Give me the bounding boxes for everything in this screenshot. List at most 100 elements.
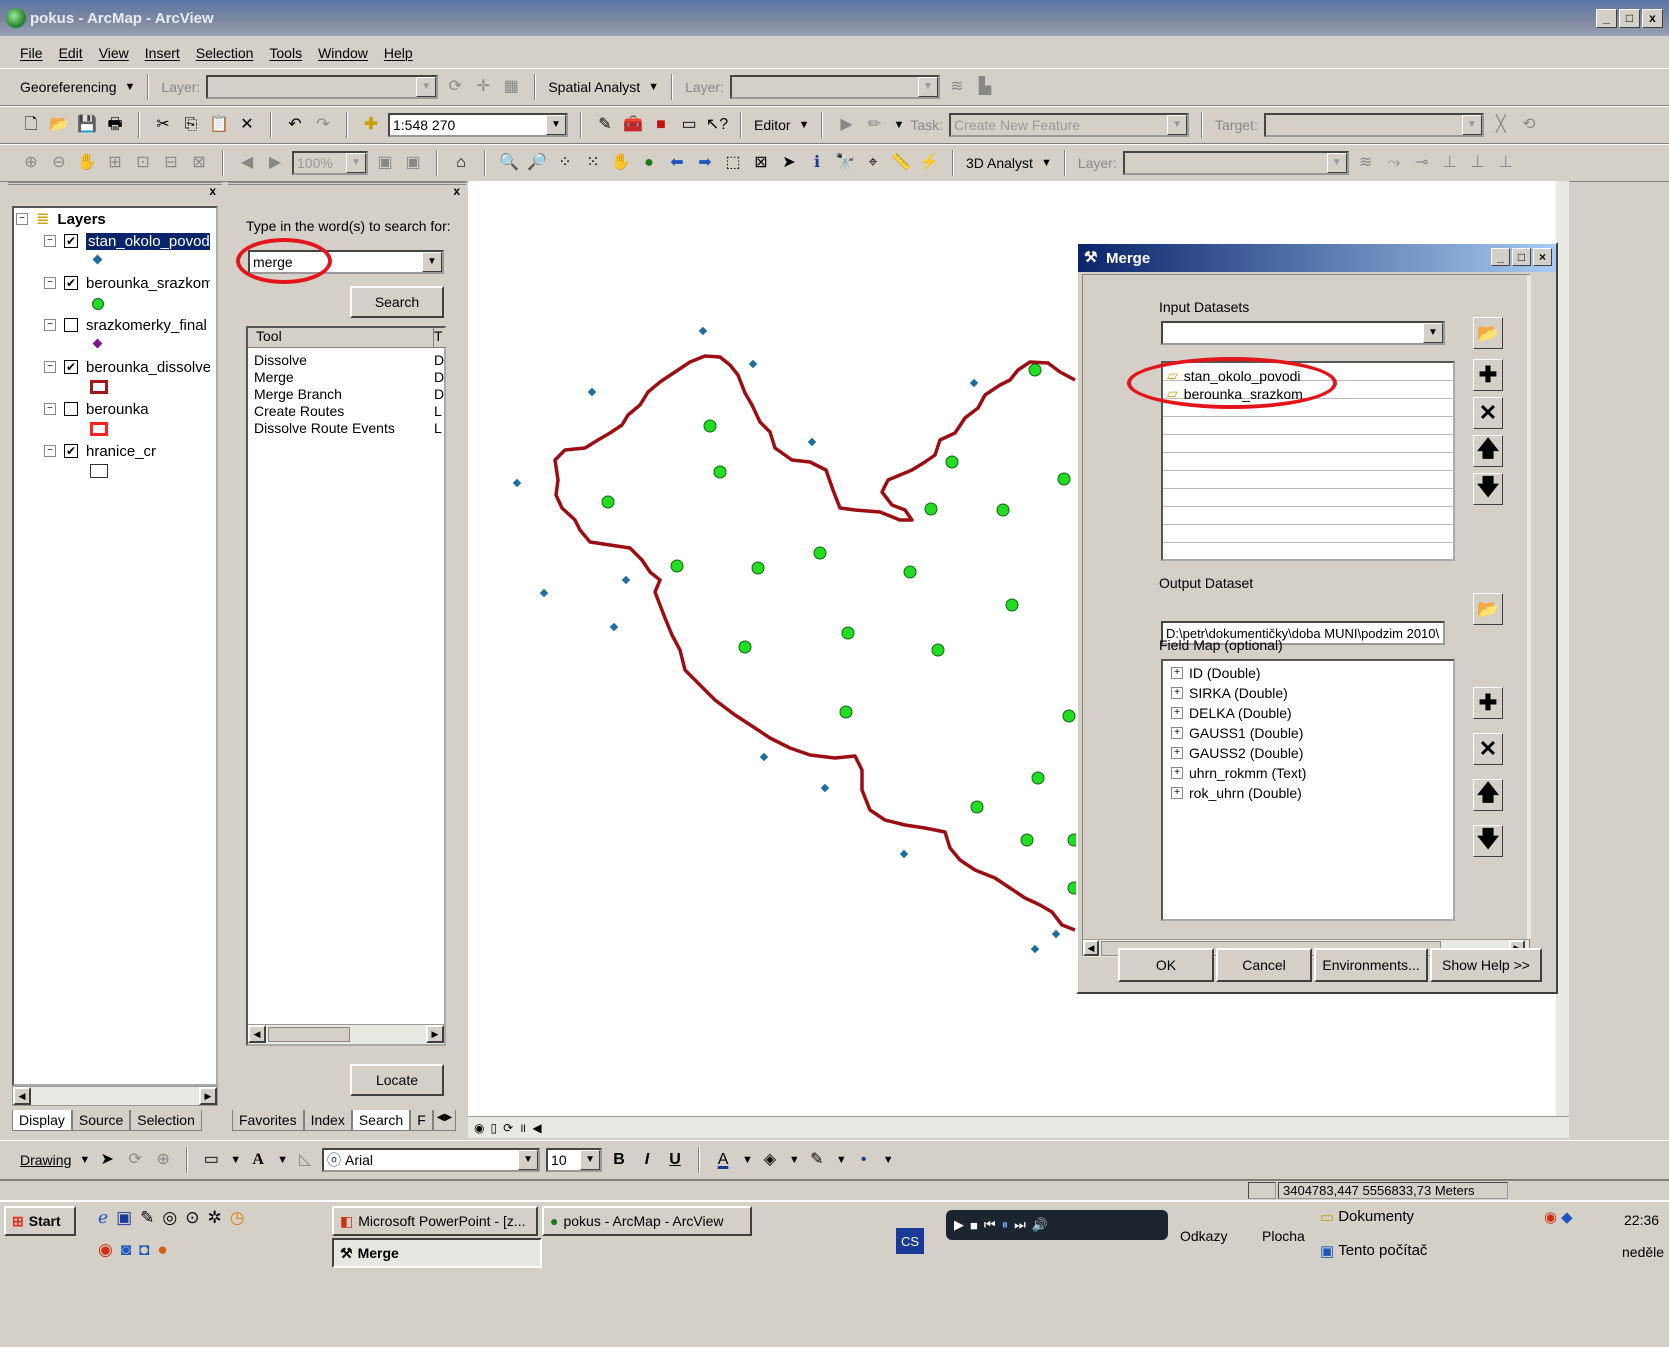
- menu-window[interactable]: Window: [318, 45, 368, 61]
- toggle-draft-icon[interactable]: ▣: [374, 152, 396, 174]
- hyperlink-icon[interactable]: ⚡: [918, 152, 940, 174]
- italic-icon[interactable]: I: [636, 1149, 658, 1171]
- cut-icon[interactable]: ✂: [152, 114, 174, 136]
- select-features-icon[interactable]: ⬚: [722, 152, 744, 174]
- cancel-button[interactable]: Cancel: [1216, 948, 1312, 982]
- copy-icon[interactable]: ⎘: [180, 114, 202, 136]
- font-combo[interactable]: ⓞ Arial ▼: [322, 1148, 541, 1172]
- layer-name[interactable]: hranice_cr: [86, 443, 210, 460]
- browse-output-folder-icon[interactable]: 📂: [1473, 593, 1503, 625]
- station-point[interactable]: [587, 387, 597, 397]
- toc-close-icon[interactable]: x: [209, 184, 216, 198]
- layout-zoom-combo[interactable]: 100% ▼: [292, 151, 368, 175]
- rain-gauge-point[interactable]: [970, 800, 984, 814]
- rain-gauge-point[interactable]: [1057, 472, 1071, 486]
- paste-icon[interactable]: 📋: [208, 114, 230, 136]
- taskbar-merge[interactable]: ⚒ Merge: [332, 1238, 542, 1268]
- menu-selection[interactable]: Selection: [196, 45, 254, 61]
- save-disk-icon[interactable]: ▣: [116, 1208, 132, 1228]
- station-point[interactable]: [969, 378, 979, 388]
- toc-layer[interactable]: − ✔ stan_okolo_povod: [44, 230, 210, 252]
- menu-insert[interactable]: Insert: [145, 45, 180, 61]
- layer-name[interactable]: srazkomerky_final: [86, 317, 210, 334]
- layer-visibility-checkbox[interactable]: [64, 402, 78, 416]
- text-tool-icon[interactable]: A: [247, 1149, 269, 1171]
- layer-visibility-checkbox[interactable]: ✔: [64, 276, 78, 290]
- rain-gauge-point[interactable]: [839, 705, 853, 719]
- result-row[interactable]: Dissolve: [254, 352, 395, 369]
- station-point[interactable]: [621, 575, 631, 585]
- browser-icon[interactable]: ●: [157, 1240, 167, 1260]
- pan-hand-icon[interactable]: ✋: [610, 152, 632, 174]
- collapse-icon[interactable]: −: [44, 277, 56, 289]
- save-icon[interactable]: 💾: [76, 114, 98, 136]
- go-to-xy-icon[interactable]: ⌖: [862, 152, 884, 174]
- taskbar-powerpoint[interactable]: ◧ Microsoft PowerPoint - [z...: [332, 1206, 538, 1236]
- player-icon[interactable]: ⊙: [185, 1208, 199, 1228]
- rotate-element-icon[interactable]: ⟳: [124, 1149, 146, 1171]
- zoom-100-icon[interactable]: ⊡: [132, 152, 154, 174]
- show-help-button[interactable]: Show Help >>: [1430, 948, 1542, 982]
- field-row[interactable]: + GAUSS2 (Double): [1171, 743, 1306, 763]
- underline-icon[interactable]: U: [664, 1149, 686, 1171]
- measure-icon[interactable]: 📏: [890, 152, 912, 174]
- station-point[interactable]: [807, 437, 817, 447]
- result-row[interactable]: Merge Branch: [254, 386, 395, 403]
- camera-icon[interactable]: ◙: [121, 1240, 131, 1260]
- tab-source[interactable]: Source: [71, 1110, 131, 1131]
- print-icon[interactable]: 🖶: [104, 114, 126, 136]
- rain-gauge-point[interactable]: [903, 565, 917, 579]
- redo-icon[interactable]: ↷: [312, 114, 334, 136]
- histogram-icon[interactable]: ▙: [974, 76, 996, 98]
- computer-shortcut[interactable]: ▣ Tento počítač: [1320, 1242, 1427, 1260]
- interpolate-point-icon[interactable]: ⊥: [1439, 152, 1461, 174]
- links-toolbar[interactable]: Odkazy: [1180, 1228, 1227, 1244]
- rain-gauge-point[interactable]: [945, 455, 959, 469]
- clock-icon[interactable]: ◷: [230, 1208, 245, 1228]
- zoom-width-icon[interactable]: ⊠: [188, 152, 210, 174]
- field-row[interactable]: + ID (Double): [1171, 663, 1306, 683]
- dialog-vertical-scrollbar[interactable]: [1527, 275, 1531, 939]
- edit-vertices-icon[interactable]: ◺: [294, 1149, 316, 1171]
- media-play-icon[interactable]: ▶: [954, 1217, 964, 1233]
- tab-results[interactable]: F: [410, 1110, 433, 1131]
- layer-visibility-checkbox[interactable]: [64, 318, 78, 332]
- profile-graph-icon[interactable]: ⊥: [1495, 152, 1517, 174]
- documents-shortcut[interactable]: ▭ Dokumenty: [1320, 1208, 1414, 1226]
- station-point[interactable]: [748, 359, 758, 369]
- locate-button[interactable]: Locate: [350, 1064, 444, 1096]
- media-icon[interactable]: ◎: [162, 1208, 177, 1228]
- zoom-out-icon[interactable]: 🔎: [526, 152, 548, 174]
- tray-security-icon[interactable]: ◆: [1561, 1208, 1573, 1226]
- open-folder-icon[interactable]: 📂: [48, 114, 70, 136]
- result-row[interactable]: Dissolve Route Events: [254, 420, 395, 437]
- settings-gear-icon[interactable]: ✲: [207, 1208, 221, 1228]
- language-indicator[interactable]: CS: [896, 1228, 924, 1254]
- result-row[interactable]: Merge: [254, 369, 395, 386]
- scroll-right-icon[interactable]: ▶: [199, 1087, 217, 1105]
- field-row[interactable]: + DELKA (Double): [1171, 703, 1306, 723]
- rain-gauge-point[interactable]: [601, 495, 615, 509]
- rain-gauge-point[interactable]: [670, 559, 684, 573]
- interpolate-line-icon[interactable]: ⊥: [1467, 152, 1489, 174]
- media-stop-icon[interactable]: ■: [970, 1218, 978, 1233]
- layer-name[interactable]: berounka_dissolve: [86, 359, 210, 376]
- toc-layer[interactable]: − berounka: [44, 398, 210, 420]
- 3d-layer-combo[interactable]: ▼: [1122, 151, 1349, 175]
- tool-icon[interactable]: ✎: [140, 1208, 154, 1228]
- link-table-icon[interactable]: ▦: [500, 76, 522, 98]
- remove-field-icon[interactable]: ✕: [1473, 733, 1503, 765]
- spatial-analyst-menu[interactable]: Spatial Analyst: [548, 79, 640, 95]
- add-control-points-icon[interactable]: ✛: [472, 76, 494, 98]
- browse-folder-icon[interactable]: 📂: [1473, 317, 1503, 349]
- station-point[interactable]: [1051, 929, 1061, 939]
- results-horizontal-scrollbar[interactable]: ◀ ▶: [248, 1024, 444, 1044]
- data-view-icon[interactable]: ◉: [474, 1121, 484, 1135]
- rain-gauge-point[interactable]: [1028, 363, 1042, 377]
- layout-zoom-out-icon[interactable]: ⊖: [48, 152, 70, 174]
- dialog-minimize-button[interactable]: _: [1491, 248, 1510, 266]
- bold-icon[interactable]: B: [608, 1149, 630, 1171]
- station-point[interactable]: [698, 326, 708, 336]
- toc-layer[interactable]: − ✔ hranice_cr: [44, 440, 210, 462]
- sketch-tool-icon[interactable]: ✏: [863, 114, 885, 136]
